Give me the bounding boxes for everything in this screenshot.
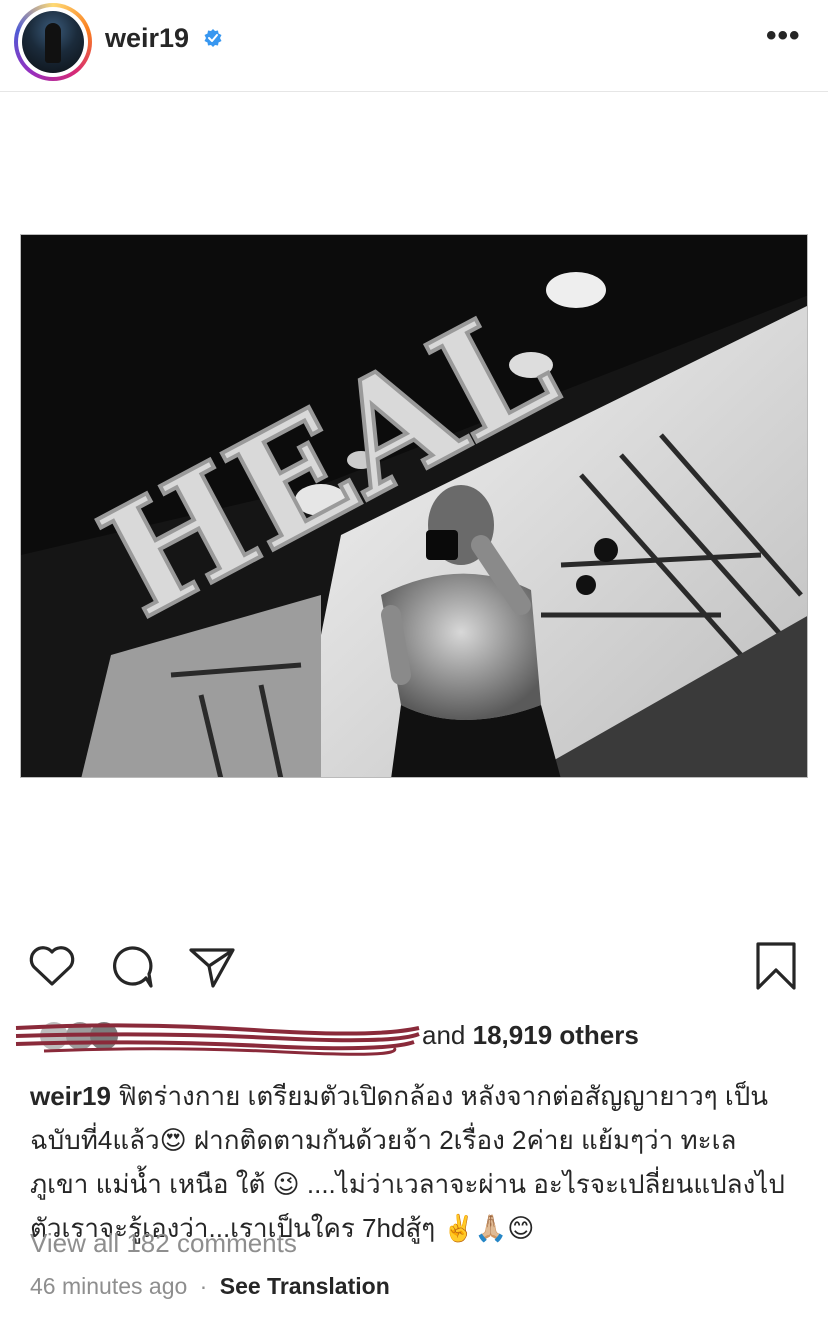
likes-and-label: and <box>422 1020 466 1050</box>
heart-icon[interactable] <box>26 940 78 992</box>
redacted-likers-scribble <box>15 1022 420 1056</box>
likes-others-count[interactable]: 18,919 others <box>473 1020 639 1050</box>
caption-username[interactable]: weir19 <box>30 1081 111 1111</box>
comment-icon[interactable] <box>106 940 158 992</box>
meta-separator: · <box>199 1273 208 1299</box>
more-options-icon[interactable]: ••• <box>766 21 801 51</box>
verified-badge-icon <box>204 29 222 47</box>
post-timestamp: 46 minutes ago <box>30 1273 188 1299</box>
post-username[interactable]: weir19 <box>105 23 189 54</box>
caption-text: ฟิตร่างกาย เตรียมตัวเปิดกล้อง หลังจากต่อ… <box>30 1081 785 1243</box>
share-icon[interactable] <box>186 940 238 992</box>
post-caption: weir19 ฟิตร่างกาย เตรียมตัวเปิดกล้อง หลั… <box>30 1074 800 1250</box>
save-bookmark-icon[interactable] <box>750 940 802 992</box>
view-all-comments-link[interactable]: View all 182 comments <box>30 1228 297 1259</box>
avatar-image <box>22 11 84 73</box>
likes-count[interactable]: and 18,919 others <box>422 1020 639 1051</box>
see-translation-link[interactable]: See Translation <box>220 1273 390 1299</box>
gym-selfie-image: HEAL <box>21 235 807 777</box>
likes-row[interactable]: and 18,919 others <box>14 1018 814 1058</box>
post-photo[interactable]: HEAL <box>20 234 808 778</box>
post-meta: 46 minutes ago · See Translation <box>30 1273 390 1300</box>
post-header: weir19 ••• <box>0 0 828 92</box>
action-bar <box>0 940 828 996</box>
avatar[interactable] <box>14 3 92 81</box>
